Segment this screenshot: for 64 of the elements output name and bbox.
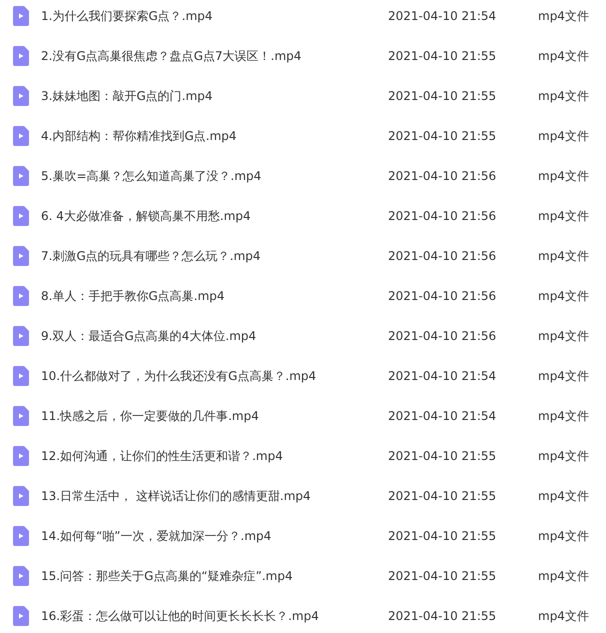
file-type: mp4文件 — [538, 568, 589, 584]
modified-date: 2021-04-10 21:55 — [388, 89, 498, 103]
file-name[interactable]: 3.妹妹地图：敲开G点的门.mp4 — [41, 88, 361, 104]
file-type: mp4文件 — [538, 608, 589, 624]
file-name[interactable]: 16.彩蛋：怎么做可以让他的时间更长长长长？.mp4 — [41, 608, 361, 624]
file-type: mp4文件 — [538, 248, 589, 264]
video-file-icon — [13, 6, 29, 26]
file-type: mp4文件 — [538, 368, 589, 384]
modified-date: 2021-04-10 21:56 — [388, 249, 498, 263]
file-type: mp4文件 — [538, 88, 589, 104]
file-name[interactable]: 14.如何每“啪”一次，爱就加深一分？.mp4 — [41, 528, 361, 544]
video-file-icon — [13, 126, 29, 146]
video-file-icon — [13, 286, 29, 306]
modified-date: 2021-04-10 21:55 — [388, 529, 498, 543]
video-file-icon — [13, 526, 29, 546]
modified-date: 2021-04-10 21:56 — [388, 209, 498, 223]
modified-date: 2021-04-10 21:55 — [388, 609, 498, 623]
file-name[interactable]: 7.刺激G点的玩具有哪些？怎么玩？.mp4 — [41, 248, 361, 264]
video-file-icon — [13, 326, 29, 346]
video-file-icon — [13, 366, 29, 386]
file-type: mp4文件 — [538, 448, 589, 464]
video-file-icon — [13, 246, 29, 266]
file-name[interactable]: 9.双人：最适合G点高巢的4大体位.mp4 — [41, 328, 361, 344]
file-name[interactable]: 12.如何沟通，让你们的性生活更和谐？.mp4 — [41, 448, 361, 464]
modified-date: 2021-04-10 21:55 — [388, 489, 498, 503]
file-type: mp4文件 — [538, 8, 589, 24]
file-name[interactable]: 10.什么都做对了，为什么我还没有G点高巢？.mp4 — [41, 368, 361, 384]
modified-date: 2021-04-10 21:55 — [388, 449, 498, 463]
video-file-icon — [13, 566, 29, 586]
video-file-icon — [13, 86, 29, 106]
video-file-icon — [13, 606, 29, 626]
modified-date: 2021-04-10 21:54 — [388, 369, 498, 383]
file-type: mp4文件 — [538, 288, 589, 304]
video-file-icon — [13, 46, 29, 66]
modified-date: 2021-04-10 21:56 — [388, 169, 498, 183]
video-file-icon — [13, 166, 29, 186]
file-name[interactable]: 13.日常生活中， 这样说话让你们的感情更甜.mp4 — [41, 488, 361, 504]
modified-date: 2021-04-10 21:54 — [388, 409, 498, 423]
file-type: mp4文件 — [538, 488, 589, 504]
file-name[interactable]: 15.问答：那些关于G点高巢的“疑难杂症”.mp4 — [41, 568, 361, 584]
video-file-icon — [13, 486, 29, 506]
file-name[interactable]: 2.没有G点高巢很焦虑？盘点G点7大误区！.mp4 — [41, 48, 361, 64]
file-type: mp4文件 — [538, 48, 589, 64]
modified-date: 2021-04-10 21:54 — [388, 9, 498, 23]
file-type: mp4文件 — [538, 128, 589, 144]
file-type: mp4文件 — [538, 408, 589, 424]
file-name[interactable]: 1.为什么我们要探索G点？.mp4 — [41, 8, 361, 24]
file-type: mp4文件 — [538, 168, 589, 184]
file-name[interactable]: 11.快感之后，你一定要做的几件事.mp4 — [41, 408, 361, 424]
modified-date: 2021-04-10 21:55 — [388, 569, 498, 583]
modified-date: 2021-04-10 21:56 — [388, 289, 498, 303]
file-name[interactable]: 5.巢吹=高巢？怎么知道高巢了没？.mp4 — [41, 168, 361, 184]
video-file-icon — [13, 406, 29, 426]
video-file-icon — [13, 446, 29, 466]
file-type: mp4文件 — [538, 328, 589, 344]
modified-date: 2021-04-10 21:55 — [388, 129, 498, 143]
file-name[interactable]: 4.内部结构：帮你精准找到G点.mp4 — [41, 128, 361, 144]
file-name[interactable]: 8.单人：手把手教你G点高巢.mp4 — [41, 288, 361, 304]
file-type: mp4文件 — [538, 528, 589, 544]
file-type: mp4文件 — [538, 208, 589, 224]
modified-date: 2021-04-10 21:56 — [388, 329, 498, 343]
modified-date: 2021-04-10 21:55 — [388, 49, 498, 63]
file-name[interactable]: 6. 4大必做准备，解锁高巢不用愁.mp4 — [41, 208, 361, 224]
video-file-icon — [13, 206, 29, 226]
